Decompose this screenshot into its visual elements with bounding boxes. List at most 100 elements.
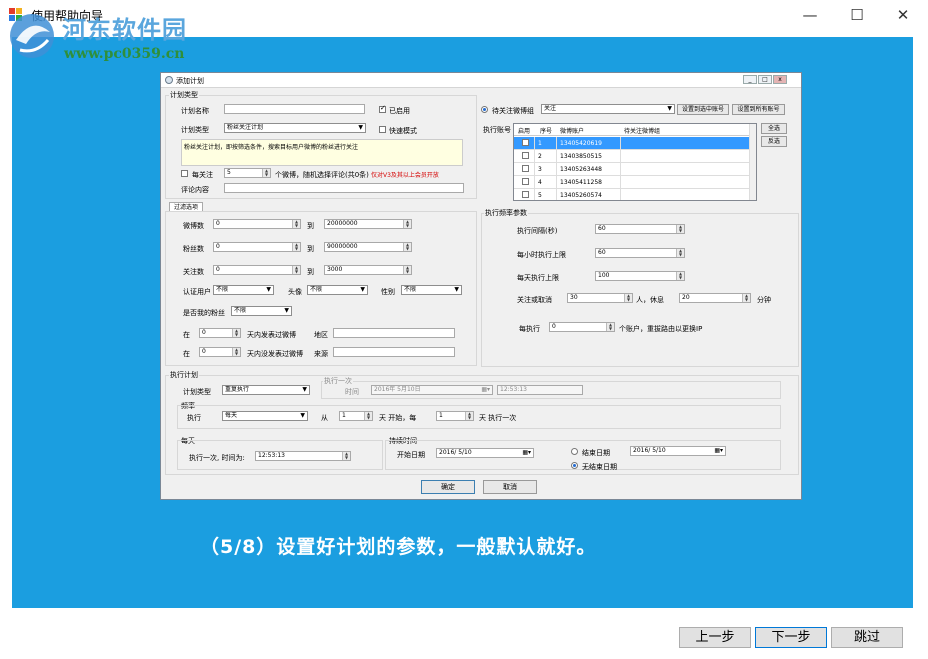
plan-type-select[interactable]: 粉丝关注计划 ▼	[224, 123, 366, 133]
exec-frequency-select[interactable]: 每天 ▼	[222, 411, 308, 421]
dialog-close-icon[interactable]: x	[773, 75, 787, 84]
follow-count-label: 关注数	[183, 268, 204, 276]
set-selected-button[interactable]: 设置到选中账号	[677, 104, 729, 115]
fast-mode-label: 快速模式	[389, 127, 417, 135]
once-time-input[interactable]: 12:53:13	[497, 385, 583, 395]
fans-max-input[interactable]: 90000000 ▲ ▼	[324, 242, 412, 252]
plan-type-group-title: 计划类型	[169, 90, 199, 100]
follow-cancel-label: 关注或取消	[517, 296, 552, 304]
fast-mode-checkbox[interactable]	[379, 126, 386, 133]
once-date-picker[interactable]: 2016年 5月10日 ▦▾	[371, 385, 493, 395]
is-my-fan-label: 是否我的粉丝	[183, 309, 225, 317]
not-posted-label: 天内没发表过微博	[247, 350, 303, 358]
verified-select[interactable]: 不限 ▼	[213, 285, 274, 295]
in-days-label-1: 在	[183, 331, 190, 339]
daily-limit-input[interactable]: 100 ▲ ▼	[595, 271, 685, 281]
source-input[interactable]	[333, 347, 455, 357]
posted-days-input[interactable]: 0 ▲ ▼	[199, 328, 241, 338]
minimize-icon[interactable]: —	[787, 0, 833, 30]
table-row[interactable]: 4 13405411258	[514, 176, 750, 189]
grid-header-group: 待关注微博组	[624, 128, 661, 135]
every-day-input[interactable]: 1 ▲ ▼	[436, 411, 474, 421]
weibo-count-label: 微博数	[183, 222, 204, 230]
select-all-button[interactable]: 全选	[761, 123, 787, 134]
follow-max-input[interactable]: 3000 ▲ ▼	[324, 265, 412, 275]
day-start-label: 天 开始，每	[379, 414, 417, 422]
once-at-label: 执行一次, 时间为:	[189, 454, 245, 462]
freq-params-title: 执行频率参数	[484, 208, 528, 218]
cancel-button[interactable]: 取消	[483, 480, 537, 494]
freq-params-group	[481, 213, 799, 367]
comment-input[interactable]	[224, 183, 464, 193]
prev-button[interactable]: 上一步	[679, 627, 751, 648]
grid-header-no: 序号	[540, 128, 553, 135]
start-date-picker[interactable]: 2016/ 5/10 ▦▾	[436, 448, 534, 458]
sched-type-select[interactable]: 重复执行 ▼	[222, 385, 310, 395]
per-follow-input[interactable]: 5 ▲ ▼	[224, 168, 271, 178]
watermark-site-name: 河东软件园	[62, 15, 187, 44]
table-row[interactable]: 1 13405420619	[514, 137, 750, 150]
invert-selection-button[interactable]: 反选	[761, 136, 787, 147]
gender-select[interactable]: 不限 ▼	[401, 285, 462, 295]
dialog-app-icon	[165, 76, 173, 84]
maximize-icon[interactable]: ☐	[834, 0, 880, 30]
step-caption: （5/8）设置好计划的参数，一般默认就好。	[200, 536, 597, 558]
is-my-fan-select[interactable]: 不限 ▼	[231, 306, 292, 316]
interval-label: 执行间隔(秒)	[517, 227, 558, 235]
set-all-button[interactable]: 设置到所有账号	[732, 104, 785, 115]
comment-label: 评论内容	[181, 186, 209, 194]
once-at-time-input[interactable]: 12:53:13 ▲ ▼	[255, 451, 351, 461]
dialog-maximize-icon[interactable]: □	[758, 75, 772, 84]
exec-label: 执行	[187, 414, 201, 422]
enabled-checkbox[interactable]: ✓	[379, 104, 386, 113]
gender-label: 性别	[381, 288, 395, 296]
verified-label: 认证用户	[183, 288, 211, 296]
skip-button[interactable]: 跳过	[831, 627, 903, 648]
vip-note: 仅对V3及其以上会员开放	[371, 172, 439, 179]
ok-button[interactable]: 确定	[421, 480, 475, 494]
not-posted-days-input[interactable]: 0 ▲ ▼	[199, 347, 241, 357]
plan-name-input[interactable]	[224, 104, 365, 114]
account-grid[interactable]: 启用 序号 微博账户 待关注微博组 1 13405420619 2 13403850…	[513, 123, 757, 201]
region-label: 地区	[314, 331, 328, 339]
exec-account-label: 执行账号	[483, 126, 511, 134]
follow-min-input[interactable]: 0 ▲ ▼	[213, 265, 301, 275]
next-button[interactable]: 下一步	[755, 627, 827, 648]
region-input[interactable]	[333, 328, 455, 338]
dialog-title: 添加计划	[176, 77, 204, 85]
target-group-radio[interactable]	[481, 106, 488, 113]
interval-input[interactable]: 60 ▲ ▼	[595, 224, 685, 234]
reroute-label: 个账户，重拔路由以更换IP	[619, 325, 703, 333]
table-row[interactable]: 2 13403850515	[514, 150, 750, 163]
end-date-radio[interactable]	[571, 448, 578, 455]
per-follow-label: 每关注	[192, 171, 213, 179]
grid-header-enabled: 启用	[518, 128, 531, 135]
no-end-date-radio[interactable]	[571, 462, 578, 469]
rest-minutes-input[interactable]: 20 ▲ ▼	[679, 293, 751, 303]
fans-min-input[interactable]: 0 ▲ ▼	[213, 242, 301, 252]
daily-limit-label: 每天执行上限	[517, 274, 559, 282]
target-group-select[interactable]: 关注 ▼	[541, 104, 675, 114]
close-icon[interactable]: ✕	[880, 0, 926, 30]
avatar-select[interactable]: 不限 ▼	[307, 285, 368, 295]
weibo-max-input[interactable]: 20000000 ▲ ▼	[324, 219, 412, 229]
sched-type-label: 计划类型	[183, 388, 211, 396]
table-row[interactable]: 5 13405260574	[514, 189, 750, 200]
avatar-label: 头像	[288, 288, 302, 296]
grid-scrollbar[interactable]	[749, 124, 756, 200]
once-group-title: 执行一次	[323, 376, 353, 386]
target-group-label: 待关注微博组	[492, 107, 534, 115]
per-follow-checkbox[interactable]	[181, 170, 188, 177]
dialog-minimize-icon[interactable]: _	[743, 75, 757, 84]
follow-cancel-input[interactable]: 30 ▲ ▼	[567, 293, 633, 303]
hourly-limit-input[interactable]: 60 ▲ ▼	[595, 248, 685, 258]
end-date-picker[interactable]: 2016/ 5/10 ▦▾	[630, 446, 726, 456]
table-row[interactable]: 3 13405263448	[514, 163, 750, 176]
from-day-input[interactable]: 1 ▲ ▼	[339, 411, 373, 421]
per-exec-input[interactable]: 0 ▲ ▼	[549, 322, 615, 332]
plan-type-label: 计划类型	[181, 126, 209, 134]
rest-label: 人，休息	[636, 296, 664, 304]
watermark-url: www.pc0359.cn	[64, 46, 185, 62]
per-exec-label: 每执行	[519, 325, 540, 333]
weibo-min-input[interactable]: 0 ▲ ▼	[213, 219, 301, 229]
